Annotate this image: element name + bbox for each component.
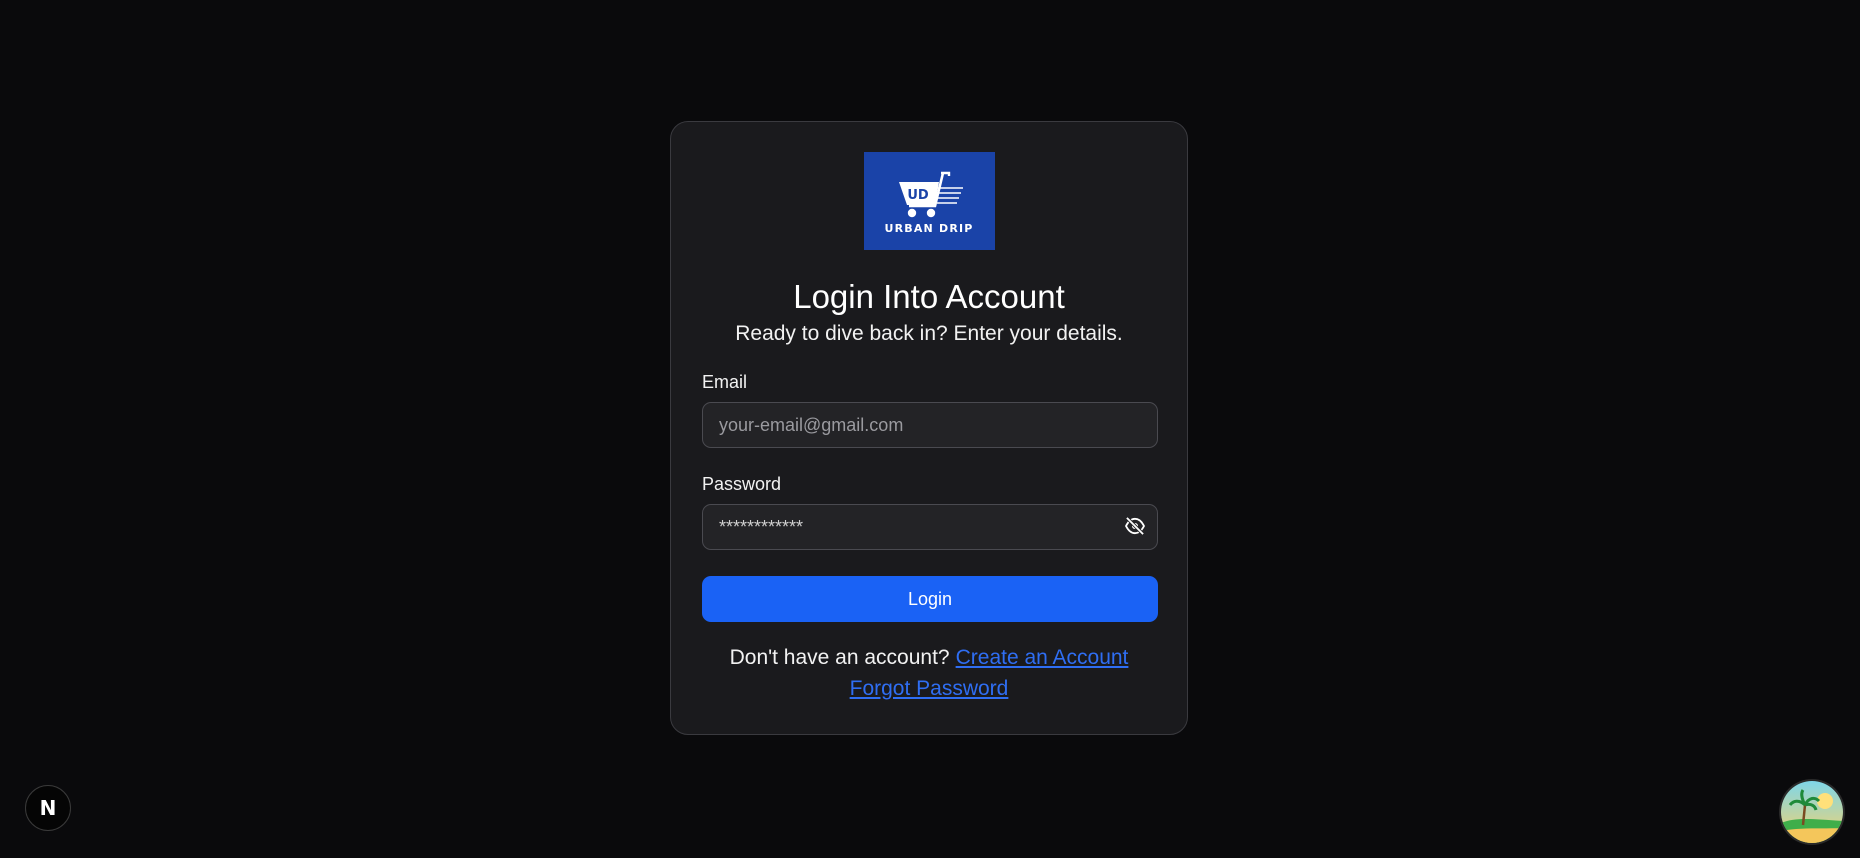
logo-brand-text: URBAN DRIP [884,221,974,235]
password-field-container [702,504,1158,550]
shopping-cart-icon: UD [899,171,963,217]
forgot-password-row: Forgot Password [702,673,1156,704]
password-label: Password [702,474,782,494]
page-subtitle: Ready to dive back in? Enter your detail… [735,322,1123,345]
signup-prompt-row: Don't have an account? Create an Account [702,642,1156,673]
toggle-password-visibility-button[interactable] [1122,513,1148,539]
eye-off-icon [1124,517,1146,535]
email-field-container [702,402,1158,448]
nextjs-dev-badge[interactable]: N [25,785,71,831]
email-label: Email [702,372,748,392]
login-button[interactable]: Login [702,576,1158,622]
beach-avatar-icon [1781,781,1843,843]
create-account-link[interactable]: Create an Account [956,646,1129,669]
login-page: UD URBAN DRIP Login Into Account Ready t… [0,0,1860,858]
account-links: Don't have an account? Create an Account … [702,642,1156,704]
logo-monogram: UD [907,188,929,203]
email-field[interactable] [703,403,1157,447]
logo-container: UD URBAN DRIP [702,152,1156,250]
urban-drip-logo: UD URBAN DRIP [863,152,995,250]
password-field[interactable] [703,505,1157,549]
login-card: UD URBAN DRIP Login Into Account Ready t… [670,121,1188,735]
forgot-password-link[interactable]: Forgot Password [850,677,1009,700]
nextjs-icon: N [39,796,57,820]
page-title: Login Into Account [793,278,1065,315]
no-account-text: Don't have an account? [729,646,950,669]
user-avatar[interactable] [1781,781,1843,843]
